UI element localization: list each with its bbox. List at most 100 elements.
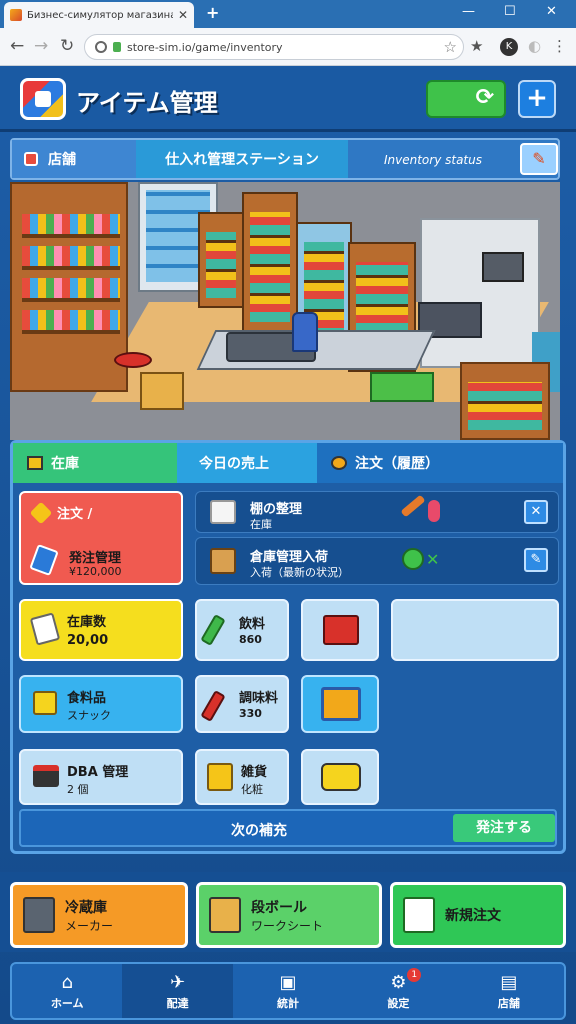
- action-strip: 冷蔵庫 メーカー 段ボール ワークシート 新規注文: [0, 872, 576, 952]
- dba-card[interactable]: DBA 管理 2 個: [19, 749, 183, 805]
- drink-cabinet-1[interactable]: [198, 212, 244, 308]
- list-item-title: 倉庫管理入荷: [250, 550, 329, 565]
- dba-label: DBA 管理: [67, 765, 129, 780]
- goods-card[interactable]: 雑貨 化粧: [195, 749, 289, 805]
- item-slot[interactable]: [301, 675, 379, 733]
- package-icon: [207, 763, 233, 791]
- cardboard-action-title: 段ボール: [251, 899, 307, 916]
- add-button[interactable]: +: [518, 80, 556, 118]
- url-text[interactable]: store-sim.io/game/inventory: [127, 41, 438, 54]
- lock-icon: [113, 42, 121, 52]
- tab-title: Бизнес-симулятор магазина: [27, 9, 173, 21]
- tab-orders[interactable]: 注文（履歴）: [317, 443, 563, 483]
- tab-favicon-icon: [10, 9, 22, 21]
- station-label: 仕入れ管理ステーション: [165, 152, 319, 168]
- site-info-icon[interactable]: [95, 41, 107, 53]
- url-input[interactable]: store-sim.io/game/inventory ☆: [84, 34, 464, 60]
- status-label: Inventory status: [383, 153, 482, 167]
- stool-icon: [114, 352, 152, 368]
- groceries-card[interactable]: 食料品 スナック: [19, 675, 183, 733]
- notification-badge: 1: [407, 968, 422, 982]
- drinks-value: 860: [239, 633, 262, 646]
- nav-store[interactable]: ▤ 店舗: [454, 964, 564, 1018]
- tab-inventory[interactable]: 在庫: [13, 443, 177, 483]
- wrench-icon: [400, 494, 426, 518]
- stock-count-card[interactable]: 在庫数 20,00: [19, 599, 183, 661]
- tab-sales[interactable]: 今日の売上: [177, 443, 317, 483]
- tab-orders-label: 注文（履歴）: [355, 456, 439, 472]
- right-shelf-unit[interactable]: [460, 362, 550, 440]
- minimize-button[interactable]: —: [462, 4, 475, 19]
- drink-cabinet-2[interactable]: [242, 192, 298, 332]
- status-segment: Inventory status: [348, 140, 518, 178]
- store-scene[interactable]: [10, 182, 560, 440]
- list-item-sub: 在庫: [250, 518, 272, 531]
- tab-close-icon[interactable]: ✕: [178, 8, 188, 22]
- groceries-sub: スナック: [67, 709, 111, 722]
- new-order-action-card[interactable]: 新規注文: [390, 882, 566, 948]
- nav-stats[interactable]: ▣ 統計: [233, 964, 343, 1018]
- close-icon[interactable]: ✕: [524, 500, 548, 524]
- bookmark-star-icon[interactable]: ☆: [444, 38, 457, 56]
- seasoning-card[interactable]: 調味料 330: [195, 675, 289, 733]
- fridge-icon: [23, 897, 55, 933]
- new-order-title: 新規注文: [445, 908, 501, 924]
- list-item[interactable]: 棚の整理 在庫 ✕: [195, 491, 559, 533]
- game-header: アイテム管理 ⟳ +: [0, 66, 576, 132]
- item-slot[interactable]: [301, 599, 379, 661]
- panel-tabs: 在庫 今日の売上 注文（履歴）: [13, 443, 563, 483]
- station-segment[interactable]: 仕入れ管理ステーション: [136, 140, 348, 178]
- sauce-bottle-icon: [200, 690, 226, 722]
- browser-menu-button[interactable]: ⋮: [552, 37, 567, 55]
- security-camera-icon: [482, 252, 524, 282]
- back-button[interactable]: ←: [10, 36, 24, 56]
- cardboard-action-card[interactable]: 段ボール ワークシート: [196, 882, 382, 948]
- game-title: アイテム管理: [76, 89, 218, 117]
- edit-icon[interactable]: ✎: [524, 548, 548, 572]
- list-item[interactable]: 倉庫管理入荷 入荷（最新の状況） ✕ ✎: [195, 537, 559, 585]
- edit-icon[interactable]: ✎: [520, 143, 558, 175]
- place-order-button[interactable]: 発注する: [453, 814, 555, 842]
- close-window-button[interactable]: ✕: [546, 4, 557, 19]
- document-icon: [29, 612, 61, 646]
- list-item-title: 棚の整理: [250, 502, 303, 517]
- product-pallet[interactable]: [370, 372, 434, 402]
- fridge-action-title: 冷蔵庫: [65, 899, 107, 916]
- list-item-sub: 入荷（最新の状況）: [250, 566, 349, 579]
- refresh-button[interactable]: ⟳: [426, 80, 506, 118]
- gear-icon: ⚙: [390, 971, 407, 993]
- inventory-tab-icon: [27, 456, 43, 470]
- crate-icon: [321, 687, 361, 721]
- reload-button[interactable]: ↻: [60, 36, 74, 56]
- drinks-card[interactable]: 飲料 860: [195, 599, 289, 661]
- fridge-action-card[interactable]: 冷蔵庫 メーカー: [10, 882, 188, 948]
- forward-button[interactable]: →: [34, 36, 48, 56]
- order-management-card[interactable]: 注文 / 発注管理 ¥120,000: [19, 491, 183, 585]
- crown-icon: [33, 691, 57, 715]
- item-slot[interactable]: [301, 749, 379, 805]
- left-shelf-unit[interactable]: [10, 182, 128, 392]
- extension-toggle-icon[interactable]: ◐: [528, 37, 541, 55]
- nav-settings[interactable]: ⚙ 1 設定: [343, 964, 453, 1018]
- cardboard-box-icon[interactable]: [140, 372, 184, 410]
- bottom-nav: ⌂ ホーム ✈ 配達 ▣ 統計 ⚙ 1 設定 ▤ 店舗: [10, 962, 566, 1020]
- game-viewport: アイテム管理 ⟳ + 店舗 仕入れ管理ステーション Inventory stat…: [0, 66, 576, 1024]
- seasoning-label: 調味料: [239, 691, 279, 706]
- empty-slot[interactable]: [391, 599, 559, 661]
- tag-icon: [428, 500, 440, 522]
- profile-avatar[interactable]: K: [500, 38, 518, 56]
- browser-tab[interactable]: Бизнес-симулятор магазина ✕: [4, 2, 194, 28]
- orders-tab-icon: [331, 456, 347, 470]
- nav-settings-label: 設定: [387, 996, 410, 1010]
- nav-home[interactable]: ⌂ ホーム: [12, 964, 122, 1018]
- nav-stats-label: 統計: [277, 996, 300, 1010]
- store-icon: ▤: [500, 971, 518, 993]
- address-bar: ← → ↻ store-sim.io/game/inventory ☆ ★ K …: [0, 28, 576, 66]
- order-mgmt-label: 発注管理: [69, 551, 122, 566]
- nav-delivery[interactable]: ✈ 配達: [122, 964, 233, 1018]
- extension-star-icon[interactable]: ★: [470, 37, 483, 55]
- check-icon: [402, 548, 424, 570]
- new-tab-button[interactable]: +: [206, 3, 219, 22]
- maximize-button[interactable]: ☐: [504, 4, 516, 19]
- store-segment[interactable]: 店舗: [12, 140, 136, 178]
